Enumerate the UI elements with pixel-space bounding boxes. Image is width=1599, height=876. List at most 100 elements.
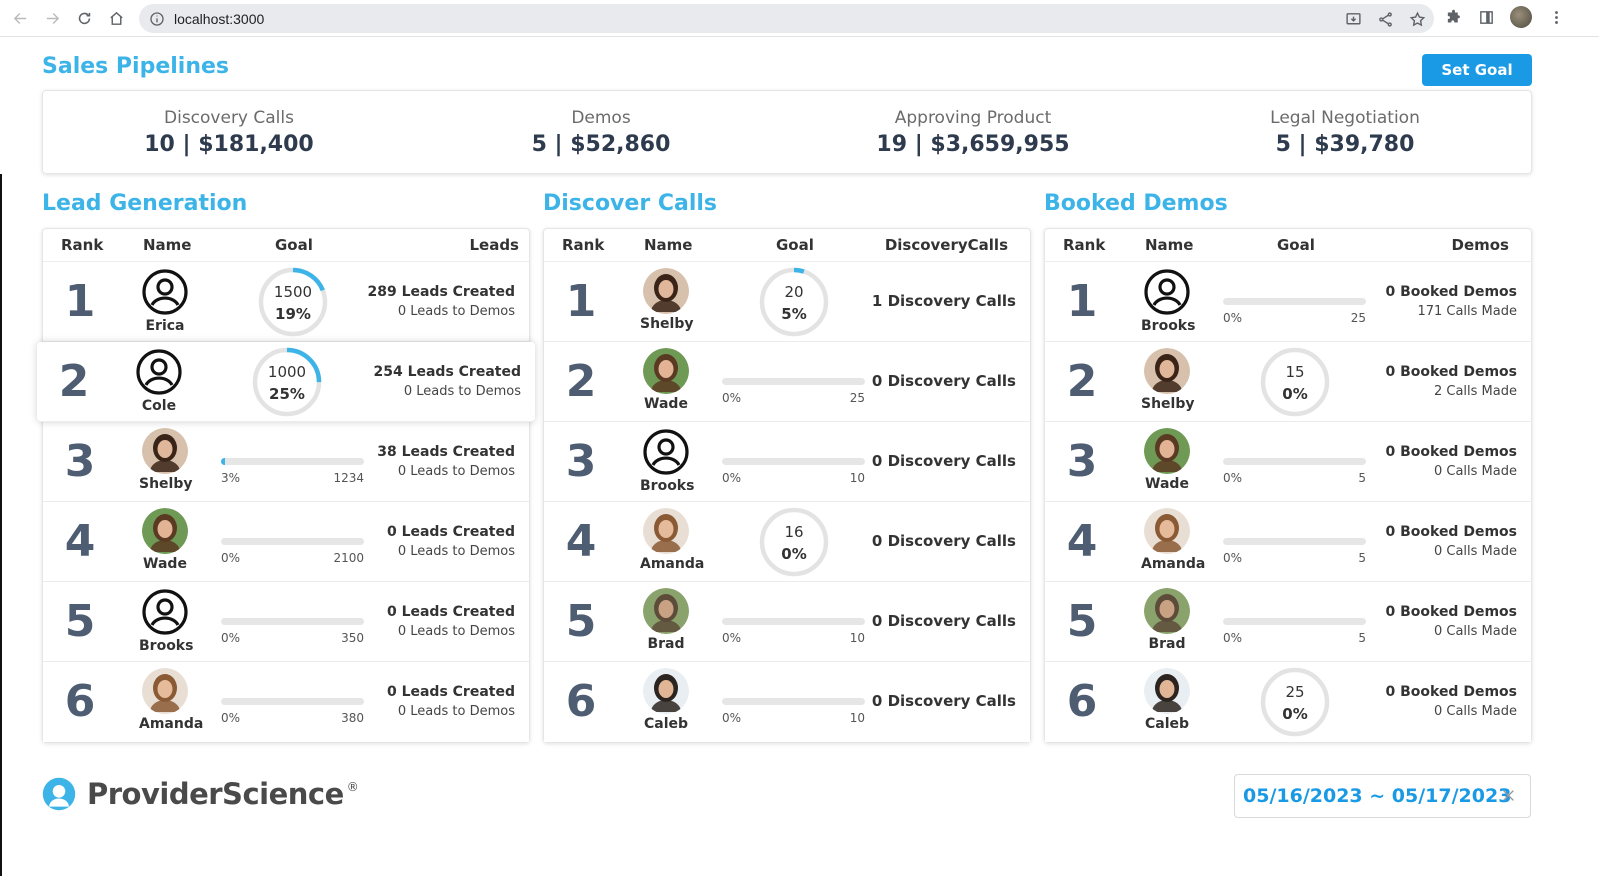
shelby-avatar [643, 268, 689, 314]
table-row[interactable]: 4 Amanda 16 0% 0 Discovery Calls [544, 502, 1030, 582]
table-row[interactable]: 5 Brad 0% 10 0 Discovery Calls [544, 582, 1030, 662]
amanda-avatar [142, 668, 188, 714]
set-goal-button[interactable]: Set Goal [1422, 54, 1532, 86]
stat-secondary: 0 Leads to Demos [403, 384, 521, 399]
row-stats: 0 Booked Demos 0 Calls Made [1385, 524, 1517, 559]
row-stats: 254 Leads Created 0 Leads to Demos [373, 364, 521, 399]
profile-avatar[interactable] [1510, 6, 1532, 28]
user-icon [136, 349, 182, 395]
rank-number: 6 [64, 676, 96, 727]
goal-ring: 20 5% [759, 267, 829, 337]
extensions-icon[interactable] [1444, 8, 1462, 26]
date-range-value[interactable]: 05/16/2023 ~ 05/17/2023 [1243, 785, 1511, 807]
logo-mark-icon [42, 777, 76, 811]
goal-value: 5 [1358, 631, 1366, 645]
home-icon[interactable] [104, 6, 128, 30]
progress-ring [258, 267, 328, 337]
back-icon[interactable] [8, 6, 32, 30]
header-name: Name [143, 236, 192, 254]
rep: Amanda [139, 668, 203, 732]
rank-number: 4 [64, 516, 96, 567]
table-body: 1 Shelby 20 5% 1 Discovery Calls 2 Wade 0% 25 0 D… [544, 262, 1030, 742]
forward-icon[interactable] [40, 6, 64, 30]
goal-percent: 19% [275, 305, 311, 323]
progress-track [221, 618, 364, 625]
goal-progress-bar: 0% 380 [221, 698, 364, 725]
lead-generation-section: Lead Generation Rank Name Goal Leads 1 Er… [37, 190, 535, 743]
progress-track [221, 538, 364, 545]
table-row[interactable]: 6 Caleb 25 0% 0 Booked Demos 0 Calls Made [1045, 662, 1531, 742]
share-icon[interactable] [1376, 10, 1394, 28]
goal-percent: 0% [722, 471, 742, 485]
stat-primary: 0 Discovery Calls [871, 452, 1016, 470]
rep: Caleb [640, 668, 692, 732]
side-panel-icon[interactable] [1477, 8, 1495, 26]
rep-name: Amanda [1141, 556, 1206, 572]
rep-name: Brad [647, 636, 685, 652]
stat-secondary: 0 Leads to Demos [397, 624, 515, 639]
rep-name: Caleb [643, 716, 689, 732]
stat-secondary: 0 Leads to Demos [397, 704, 515, 719]
table-row[interactable]: 2 Shelby 15 0% 0 Booked Demos 2 Calls Made [1045, 342, 1531, 422]
stat-primary: 0 Booked Demos [1385, 524, 1517, 540]
header-stat: DiscoveryCalls [884, 236, 1008, 254]
table-row[interactable]: 1 Erica 1500 19% 289 Leads Created 0 Leads to… [43, 262, 529, 342]
pipeline-summary: Discovery Calls 10 | $181,400 Demos 5 | … [42, 90, 1532, 174]
install-icon[interactable] [1344, 10, 1362, 28]
site-info-icon[interactable] [149, 11, 165, 27]
rep-name: Wade [143, 556, 187, 572]
date-range-picker[interactable]: 05/16/2023 ~ 05/17/2023 [1234, 774, 1531, 818]
discover-calls-section: Discover Calls Rank Name Goal DiscoveryC… [543, 190, 1031, 743]
brad-avatar [643, 588, 689, 634]
goal-value: 5 [1358, 551, 1366, 565]
bookmark-star-icon[interactable] [1408, 10, 1426, 28]
booked-demos-section: Booked Demos Rank Name Goal Demos 1 Brook… [1044, 190, 1532, 743]
table-row[interactable]: 2 Cole 1000 25% 254 Leads Created 0 Leads to … [37, 342, 535, 422]
table-row[interactable]: 6 Amanda 0% 380 0 Leads Created 0 Leads to De… [43, 662, 529, 742]
goal-progress-bar: 0% 5 [1223, 458, 1366, 485]
rep-name: Brooks [139, 638, 194, 654]
table-row[interactable]: 3 Shelby 3% 1234 38 Leads Created 0 Leads to … [43, 422, 529, 502]
goal-progress-bar: 0% 10 [722, 698, 865, 725]
table-body: 1 Erica 1500 19% 289 Leads Created 0 Leads to… [37, 262, 535, 742]
reload-icon[interactable] [72, 6, 96, 30]
summary-label: Discovery Calls [164, 107, 294, 128]
table-row[interactable]: 5 Brooks 0% 350 0 Leads Created 0 Leads to De… [43, 582, 529, 662]
summary-label: Approving Product [894, 107, 1052, 128]
goal-value: 16 [784, 523, 804, 541]
address-bar[interactable]: localhost:3000 [139, 4, 1434, 33]
rank-number: 5 [565, 596, 597, 647]
header-goal: Goal [275, 236, 313, 254]
progress-ring [759, 267, 829, 337]
wade-avatar [1144, 428, 1190, 474]
table-row[interactable]: 4 Amanda 0% 5 0 Booked Demos 0 Calls Made [1045, 502, 1531, 582]
rep: Caleb [1141, 668, 1193, 732]
summary-label: Demos [571, 107, 631, 128]
summary-value: 5 | $39,780 [1275, 131, 1415, 157]
rank-number: 3 [64, 436, 96, 487]
clear-date-icon[interactable] [1500, 787, 1516, 803]
rep: Wade [1141, 428, 1193, 492]
table-row[interactable]: 2 Wade 0% 25 0 Discovery Calls [544, 342, 1030, 422]
rep: Wade [139, 508, 191, 572]
rep: Amanda [1141, 508, 1206, 572]
goal-percent: 0% [1223, 471, 1243, 485]
stat-secondary: 0 Leads to Demos [397, 464, 515, 479]
stat-primary: 1 Discovery Calls [871, 292, 1016, 310]
table-row[interactable]: 6 Caleb 0% 10 0 Discovery Calls [544, 662, 1030, 742]
table-row[interactable]: 3 Brooks 0% 10 0 Discovery Calls [544, 422, 1030, 502]
providerscience-logo: ProviderScience ® [41, 776, 359, 812]
goal-percent: 0% [1282, 385, 1308, 403]
rank-number: 6 [1066, 676, 1098, 727]
url-text[interactable]: localhost:3000 [174, 11, 264, 27]
table-row[interactable]: 1 Brooks 0% 25 0 Booked Demos 171 Calls Made [1045, 262, 1531, 342]
rep-name: Wade [1145, 476, 1189, 492]
table-row[interactable]: 3 Wade 0% 5 0 Booked Demos 0 Calls Made [1045, 422, 1531, 502]
table-row[interactable]: 4 Wade 0% 2100 0 Leads Created 0 Leads to Dem… [43, 502, 529, 582]
goal-percent: 0% [1223, 551, 1243, 565]
menu-icon[interactable] [1547, 8, 1565, 26]
progress-track [722, 378, 865, 385]
header-goal: Goal [1277, 236, 1315, 254]
table-row[interactable]: 1 Shelby 20 5% 1 Discovery Calls [544, 262, 1030, 342]
table-row[interactable]: 5 Brad 0% 5 0 Booked Demos 0 Calls Made [1045, 582, 1531, 662]
